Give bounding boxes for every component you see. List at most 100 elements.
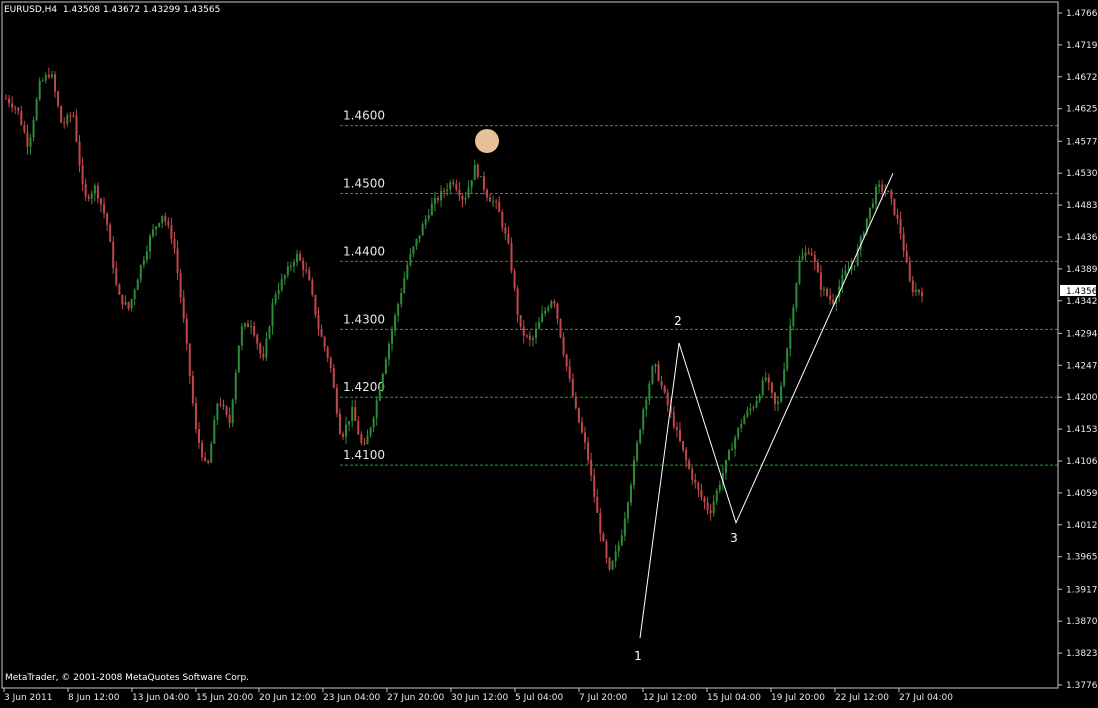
time-tick-label: 19 Jul 20:00 bbox=[771, 693, 825, 703]
candle-body bbox=[8, 98, 11, 104]
candle-body bbox=[188, 343, 191, 377]
candle-body bbox=[709, 510, 712, 514]
candle-body bbox=[375, 400, 378, 419]
candle-body bbox=[504, 227, 507, 234]
candle-body bbox=[700, 490, 703, 498]
candle-body bbox=[14, 107, 17, 109]
candle-body bbox=[908, 262, 911, 281]
candle-body bbox=[326, 347, 329, 358]
candle-body bbox=[433, 197, 436, 204]
candle-body bbox=[501, 212, 504, 228]
candle-body bbox=[777, 401, 780, 404]
candle-body bbox=[191, 376, 194, 404]
candle-body bbox=[243, 323, 246, 327]
candle-body bbox=[890, 190, 893, 199]
candle-body bbox=[703, 497, 706, 503]
price-chart[interactable]: 1.46001.45001.44001.43001.42001.4100 123… bbox=[0, 0, 1098, 704]
candle-body bbox=[366, 435, 369, 445]
candle-body bbox=[329, 357, 332, 368]
candle-body bbox=[302, 260, 305, 270]
candle-body bbox=[277, 289, 280, 295]
candle-body bbox=[905, 251, 908, 263]
candle-body bbox=[626, 502, 629, 519]
candle-body bbox=[317, 315, 320, 330]
wave-polyline bbox=[639, 172, 894, 639]
candle-body bbox=[678, 429, 681, 442]
candle-body bbox=[911, 280, 914, 293]
candle-body bbox=[415, 239, 418, 247]
level-label: 1.4400 bbox=[343, 244, 385, 258]
candle-body bbox=[164, 215, 167, 222]
candle-body bbox=[152, 229, 155, 237]
candle-body bbox=[430, 203, 433, 216]
candle-body bbox=[268, 326, 271, 339]
candle-body bbox=[424, 218, 427, 225]
candle-body bbox=[544, 310, 547, 314]
candle-body bbox=[645, 399, 648, 410]
candle-body bbox=[605, 541, 608, 558]
wave-label: 1 bbox=[634, 649, 642, 663]
candle-body bbox=[443, 191, 446, 193]
candle-body bbox=[727, 450, 730, 460]
candle-body bbox=[479, 176, 482, 178]
candle-body bbox=[896, 214, 899, 219]
candle-body bbox=[378, 389, 381, 401]
price-tick-label: 1.39650 bbox=[1066, 553, 1098, 563]
candle-body bbox=[26, 132, 29, 147]
candle-body bbox=[470, 180, 473, 188]
candle-body bbox=[440, 191, 443, 201]
candle-body bbox=[259, 343, 262, 354]
level-label: 1.4500 bbox=[343, 177, 385, 191]
chart-window[interactable]: 1.4600 1.4500 1.4400 1.4300 1.4200 1.4100 123… bbox=[0, 0, 1098, 704]
candle-body bbox=[50, 74, 53, 77]
candle-body bbox=[633, 460, 636, 486]
level-label: 1.4200 bbox=[343, 380, 385, 394]
candle-body bbox=[69, 115, 72, 117]
candle-body bbox=[225, 406, 228, 415]
candle-body bbox=[553, 301, 556, 304]
candle-body bbox=[718, 484, 721, 491]
candle-body bbox=[507, 233, 510, 244]
candle-body bbox=[231, 399, 234, 424]
candle-body bbox=[41, 80, 44, 82]
candle-body bbox=[807, 252, 810, 254]
candle-body bbox=[289, 266, 292, 268]
candle-body bbox=[786, 348, 789, 370]
candle-body bbox=[207, 460, 210, 463]
candle-body bbox=[593, 475, 596, 497]
price-tick-label: 1.43420 bbox=[1066, 297, 1098, 307]
candle-body bbox=[158, 223, 161, 227]
candle-body bbox=[142, 259, 145, 265]
candle-body bbox=[899, 218, 902, 234]
candle-body bbox=[240, 326, 243, 346]
candle-body bbox=[136, 279, 139, 291]
candle-body bbox=[372, 418, 375, 428]
candle-body bbox=[250, 325, 253, 328]
price-tick-label: 1.40120 bbox=[1066, 521, 1098, 531]
candle-body bbox=[397, 304, 400, 316]
candle-body bbox=[63, 122, 66, 124]
candle-body bbox=[409, 253, 412, 265]
candle-body bbox=[562, 337, 565, 355]
candle-body bbox=[44, 75, 47, 81]
copyright-notice: MetaTrader, © 2001-2008 MetaQuotes Softw… bbox=[5, 673, 250, 683]
candle-body bbox=[510, 243, 513, 271]
candle-body bbox=[20, 111, 23, 125]
wave-label: 2 bbox=[674, 314, 682, 328]
candle-body bbox=[832, 299, 835, 304]
candle-body bbox=[84, 183, 87, 197]
candle-body bbox=[237, 345, 240, 373]
candle-body bbox=[893, 198, 896, 215]
candle-body bbox=[672, 412, 675, 428]
candle-body bbox=[363, 442, 366, 445]
candle-body bbox=[617, 545, 620, 552]
candle-body bbox=[810, 253, 813, 256]
candle-body bbox=[783, 369, 786, 386]
candle-body bbox=[369, 427, 372, 436]
candle-body bbox=[323, 336, 326, 348]
candle-body bbox=[210, 443, 213, 463]
candle-body bbox=[72, 115, 75, 117]
candle-body bbox=[118, 284, 121, 295]
candle-body bbox=[822, 288, 825, 290]
candle-body bbox=[577, 407, 580, 423]
